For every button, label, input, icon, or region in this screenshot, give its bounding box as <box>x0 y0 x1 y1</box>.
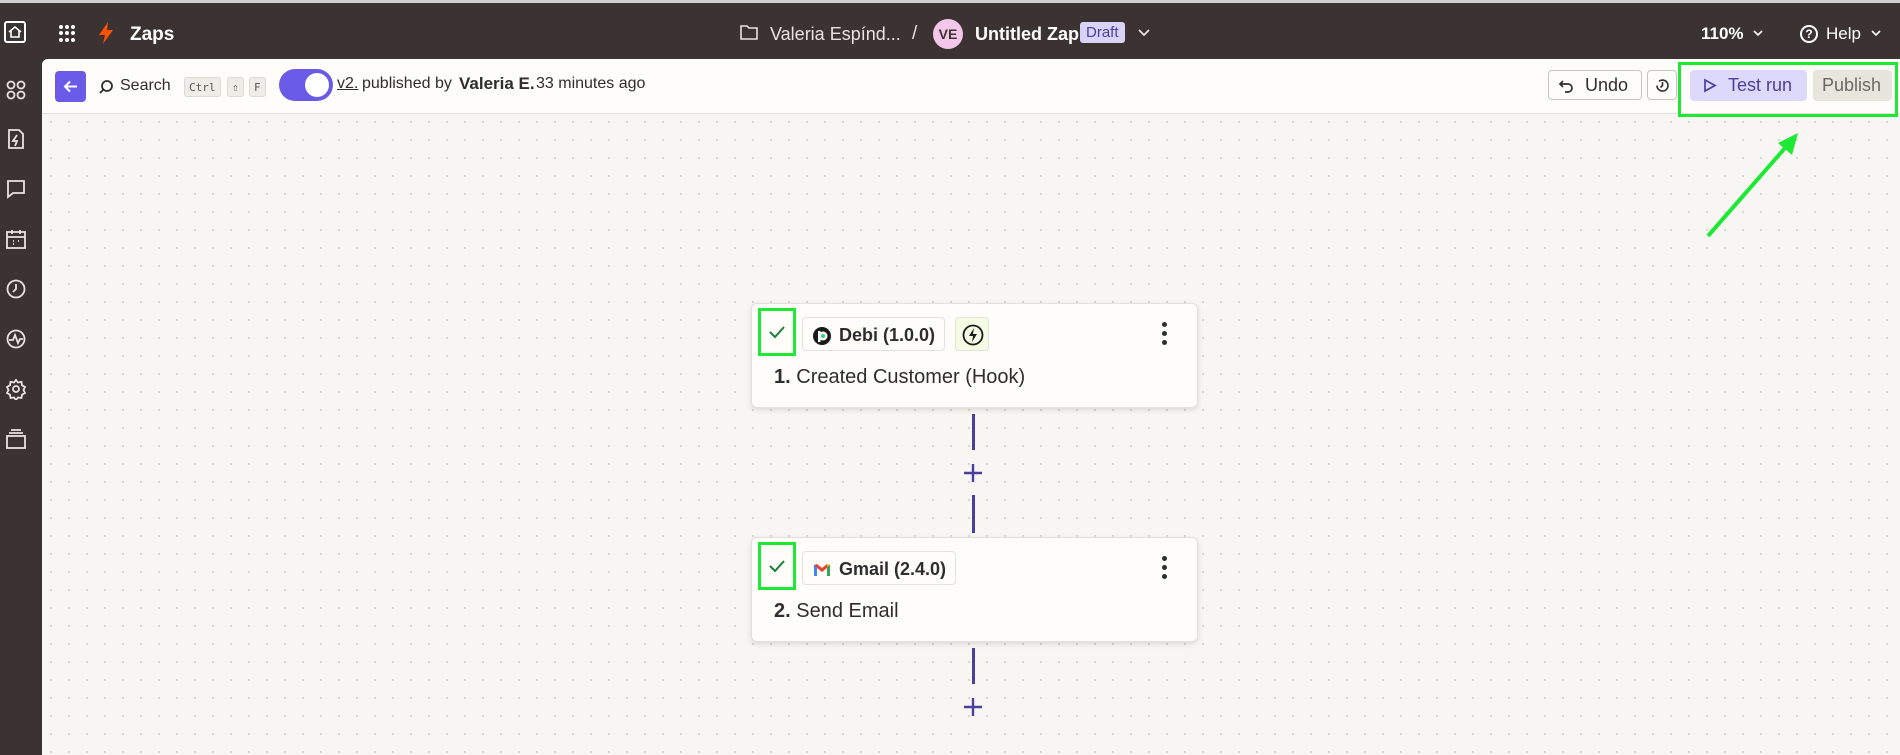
help-icon[interactable]: ? <box>1800 25 1818 43</box>
published-time: 33 minutes ago <box>536 75 646 92</box>
search-button[interactable]: Search <box>120 77 171 95</box>
version-history-button[interactable] <box>1647 70 1677 100</box>
app-chip-gmail[interactable]: Gmail (2.4.0) <box>802 551 957 585</box>
back-button[interactable] <box>55 71 86 102</box>
step-title: 1. Created Customer (Hook) <box>774 366 1026 388</box>
undo-icon <box>1558 80 1573 93</box>
settings-icon[interactable] <box>5 378 27 400</box>
version-link[interactable]: v2. <box>337 75 358 93</box>
step-complete-check <box>758 308 796 356</box>
debi-icon <box>813 327 831 345</box>
checkmark-icon <box>769 326 785 339</box>
zoom-chevron-down-icon[interactable] <box>1752 27 1764 39</box>
help-menu[interactable]: Help <box>1826 24 1861 44</box>
step-connector <box>972 648 975 684</box>
arrow-left-icon <box>63 80 77 93</box>
help-chevron-down-icon[interactable] <box>1870 27 1882 39</box>
highlight-annotation-box <box>1678 62 1898 117</box>
app-name-label: Debi (1.0.0) <box>839 325 936 345</box>
checkmark-icon <box>769 560 785 573</box>
tables-icon[interactable] <box>5 228 27 250</box>
chatbots-icon[interactable] <box>5 178 27 200</box>
history-clock-icon <box>1656 79 1669 92</box>
step-connector <box>972 414 975 450</box>
zap-name[interactable]: Untitled Zap <box>975 24 1079 45</box>
step-connector <box>972 495 975 533</box>
annotation-arrow <box>1706 133 1798 238</box>
app-switcher-icon[interactable] <box>59 25 76 42</box>
app-chip-debi[interactable]: Debi (1.0.0) <box>802 317 946 351</box>
lightning-icon <box>962 324 984 346</box>
breadcrumb-separator: / <box>912 23 918 44</box>
undo-label: Undo <box>1585 75 1629 95</box>
step-title: 2. Send Email <box>774 600 899 622</box>
more-options-icon[interactable] <box>1161 556 1169 582</box>
toggle-knob <box>305 73 329 97</box>
avatar[interactable]: VE <box>933 19 963 49</box>
activity-icon[interactable] <box>5 328 27 350</box>
undo-button[interactable]: Undo <box>1548 70 1642 100</box>
zoom-level[interactable]: 110% <box>1701 24 1744 44</box>
shortcut-key-shift: ⇧ <box>227 77 244 97</box>
app-name-label: Gmail (2.4.0) <box>839 559 947 579</box>
app-name[interactable]: Zaps <box>130 24 174 46</box>
zaps-icon[interactable] <box>5 79 27 101</box>
folder-breadcrumb[interactable]: Valeria Espínd... <box>770 24 901 45</box>
more-options-icon[interactable] <box>1161 322 1169 348</box>
chevron-down-icon[interactable] <box>1137 25 1151 39</box>
home-icon[interactable] <box>4 21 26 43</box>
add-step-plus-icon[interactable] <box>962 696 984 718</box>
status-badge: Draft <box>1080 22 1125 43</box>
step-card-trigger[interactable]: Debi (1.0.0) 1. Created Customer (Hook) <box>751 303 1198 408</box>
step-complete-check <box>758 542 796 590</box>
shortcut-key-f: F <box>249 77 266 97</box>
gmail-icon <box>814 564 830 576</box>
zapier-bolt-icon <box>99 22 113 44</box>
history-icon[interactable] <box>5 278 27 300</box>
add-step-plus-icon[interactable] <box>962 462 984 484</box>
layers-icon[interactable] <box>5 428 27 450</box>
interfaces-icon[interactable] <box>5 128 27 150</box>
publisher-name: Valeria E. <box>459 74 535 93</box>
instant-trigger-badge <box>955 317 989 351</box>
zap-on-off-toggle[interactable] <box>279 69 333 101</box>
top-navigation-bar: Zaps Valeria Espínd... / VE Untitled Zap… <box>0 0 1900 59</box>
folder-icon <box>740 25 758 40</box>
published-by-text: published by <box>362 75 452 92</box>
editor-toolbar: Search Ctrl ⇧ F v2. published by Valeria… <box>42 59 1900 114</box>
step-card-action[interactable]: Gmail (2.4.0) 2. Send Email <box>751 537 1198 642</box>
search-icon[interactable] <box>98 79 115 96</box>
shortcut-key-ctrl: Ctrl <box>184 77 221 97</box>
